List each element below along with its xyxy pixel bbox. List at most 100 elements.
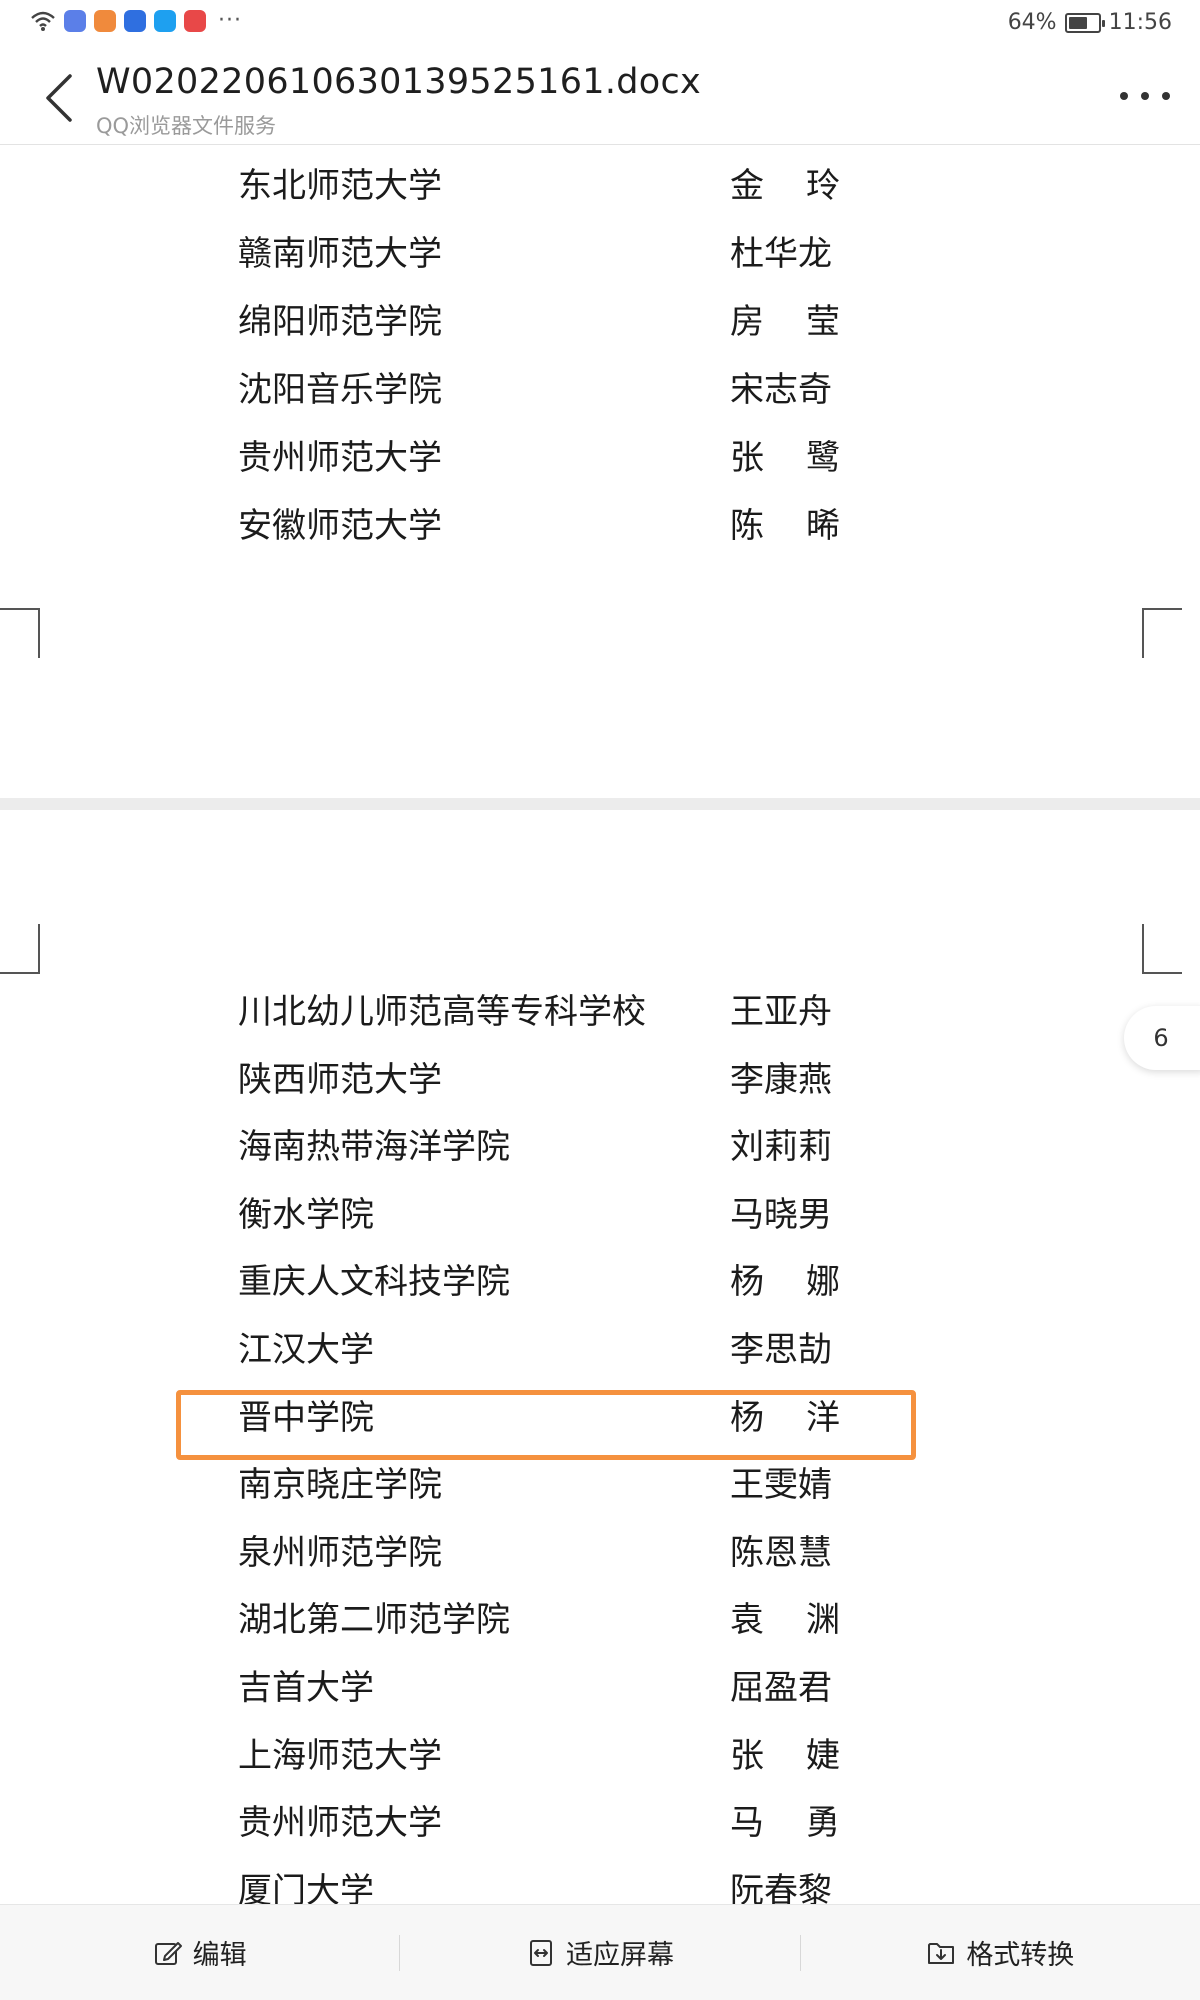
page-corner-mark [0,924,40,974]
school-name: 衡水学院 [238,1194,374,1235]
person-name-part: 鹭 [806,438,840,478]
school-name: 赣南师范大学 [238,234,442,274]
person-name-part: 杜华龙 [730,234,832,274]
school-name: 湖北第二师范学院 [238,1600,510,1641]
back-button[interactable] [40,70,80,126]
status-right: 64% 11:56 [1008,10,1172,35]
person-name-part: 阮春黎 [730,1870,832,1904]
status-bar: ··· 64% 11:56 [0,0,1200,48]
table-row: 南京晓庄学院 王雯婧 [0,1455,1200,1515]
person-name-part: 张 [730,438,764,478]
table-row: 赣南师范大学 杜华龙 [0,224,1200,284]
school-name: 上海师范大学 [238,1735,442,1776]
edit-button[interactable]: 编辑 [0,1905,399,2000]
person-name: 房莹 [730,292,840,352]
fit-screen-button[interactable]: 适应屏幕 [400,1905,799,2000]
person-name: 刘莉莉 [730,1117,840,1177]
school-name: 南京晓庄学院 [238,1465,442,1506]
battery-level [1068,16,1087,29]
person-name: 李康燕 [730,1050,840,1110]
more-menu-button[interactable] [1120,78,1170,114]
lightbulb-app-icon [124,10,146,32]
person-name-part: 婕 [806,1735,840,1776]
person-name: 金玲 [730,156,840,216]
person-name: 宋志奇 [730,360,840,420]
person-name-part: 马晓男 [730,1194,832,1235]
folder-download-icon [928,1942,955,1964]
school-name: 吉首大学 [238,1668,374,1708]
clock: 11:56 [1108,10,1172,35]
school-name: 海南热带海洋学院 [238,1127,510,1168]
person-name-part: 宋志奇 [730,370,832,410]
table-row: 湖北第二师范学院 袁 渊 [0,1590,1200,1650]
person-name: 王亚舟 [730,982,840,1042]
school-name: 贵州师范大学 [238,438,442,478]
school-name: 江汉大学 [238,1330,374,1370]
table-row: 吉首大学 屈盈君 [0,1658,1200,1718]
header: W020220610630139525161.docx QQ浏览器文件服务 [0,48,1200,145]
video-app-icon [94,10,116,32]
school-name: 陕西师范大学 [238,1059,442,1100]
dot-icon [1120,92,1128,100]
person-name-part: 金 [730,166,764,206]
page-corner-mark [1142,608,1182,658]
status-left: ··· [30,10,242,32]
page-corner-mark [0,608,40,658]
school-name: 重庆人文科技学院 [238,1262,510,1303]
person-name-part: 娜 [806,1262,840,1303]
person-name-part: 勇 [806,1803,840,1844]
person-name-part: 张 [730,1735,764,1776]
page-corner-mark [1142,924,1182,974]
table-row: 陕西师范大学 李康燕 [0,1050,1200,1110]
person-name-part: 陈恩慧 [730,1532,832,1573]
person-name-part: 陈 [730,506,764,546]
person-name: 屈盈君 [730,1658,840,1718]
format-convert-label: 格式转换 [966,1940,1075,1971]
table-row: 绵阳师范学院 房莹 [0,292,1200,352]
document-viewer[interactable]: 东北师范大学金玲赣南师范大学 杜华龙 绵阳师范学院房莹沈阳音乐学院 宋志奇 贵州师范大学… [0,146,1200,1904]
table-row: 贵州师范大学 张 鹭 [0,428,1200,488]
person-name-part: 李思劼 [730,1330,832,1370]
table-row: 海南热带海洋学院 刘莉莉 [0,1117,1200,1177]
table-row: 厦门大学 阮春黎 [0,1861,1200,1904]
fit-screen-label: 适应屏幕 [565,1940,674,1971]
music-app-icon [64,10,86,32]
person-name-part: 马 [730,1803,764,1844]
school-name: 川北幼儿师范高等专科学校 [238,992,646,1032]
person-name-part: 玲 [806,166,840,206]
school-name: 厦门大学 [238,1870,374,1904]
school-name: 沈阳音乐学院 [238,370,442,410]
page-separator [0,798,1200,810]
dot-icon [1141,92,1149,100]
chevron-left-icon [46,74,72,122]
person-name: 马晓男 [730,1185,840,1245]
school-name: 泉州师范学院 [238,1532,442,1573]
page-number-indicator[interactable]: 6 [1124,1006,1200,1070]
table-row: 泉州师范学院 陈恩慧 [0,1523,1200,1583]
table-row: 衡水学院 马晓男 [0,1185,1200,1245]
person-name-part: 莹 [806,302,840,342]
edit-icon [154,1941,182,1965]
person-name: 杨娜 [730,1252,840,1312]
wifi-icon [31,11,55,31]
person-name: 陈恩慧 [730,1523,840,1583]
person-name: 马勇 [730,1793,840,1853]
format-convert-button[interactable]: 格式转换 [801,1905,1200,2000]
school-name: 安徽师范大学 [238,506,442,546]
person-name-part: 袁 [730,1600,764,1641]
qq-browser-icon [154,10,176,32]
fit-screen-icon [529,1939,552,1966]
school-name: 东北师范大学 [238,166,442,206]
table-row: 川北幼儿师范高等专科学校 王亚舟 [0,982,1200,1042]
person-name: 阮春黎 [730,1861,840,1904]
person-name-part: 渊 [806,1600,840,1641]
battery-percent: 64% [1007,10,1057,35]
table-row: 贵州师范大学马勇 [0,1793,1200,1853]
person-name-part: 王亚舟 [730,992,832,1032]
school-name: 绵阳师范学院 [238,302,442,342]
person-name: 杜华龙 [730,224,840,284]
person-name: 李思劼 [730,1320,840,1380]
document-subtitle: QQ浏览器文件服务 [96,114,277,138]
table-row: 上海师范大学 张 婕 [0,1726,1200,1786]
table-row: 江汉大学 李思劼 [0,1320,1200,1380]
